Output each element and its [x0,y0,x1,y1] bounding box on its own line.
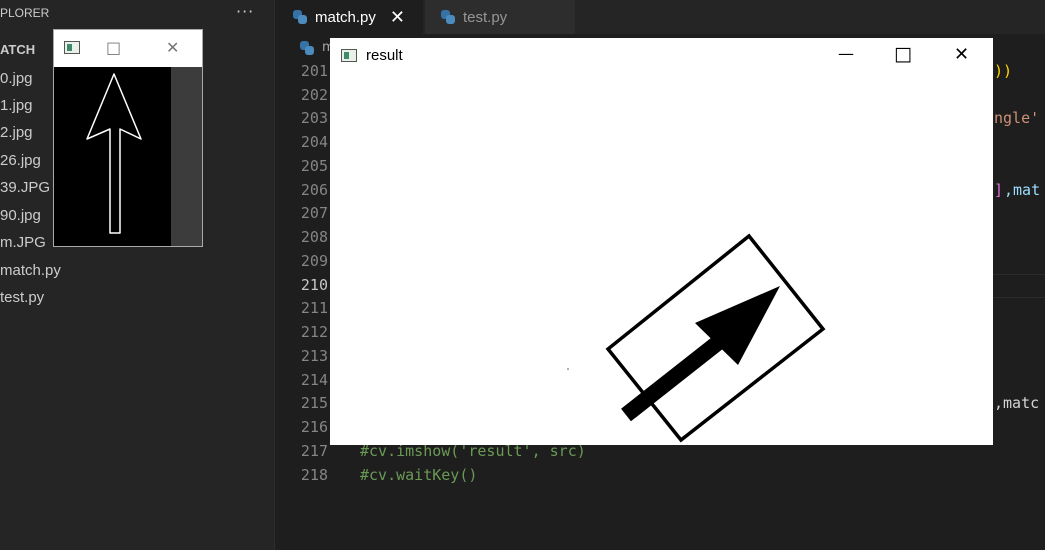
window-gray-area [171,67,202,246]
file-item[interactable]: test.py [0,289,44,306]
line-number: 203 [300,109,328,127]
python-file-icon [300,40,314,55]
code-line[interactable]: #cv.waitKey() [360,466,477,484]
line-number: 206 [300,181,328,199]
line-number: 211 [300,299,328,317]
noise-dot [567,368,569,370]
tab-bar: match.py ✕ test.py [275,0,1045,34]
line-number: 215 [300,394,328,412]
opencv-window-icon [64,41,80,54]
line-number: 216 [300,418,328,436]
line-number: 205 [300,157,328,175]
folder-section-header[interactable]: ATCH [0,42,35,57]
line-number: 212 [300,323,328,341]
code-fragment[interactable]: ngle' [994,109,1039,127]
tab-label: match.py [315,8,376,26]
close-button[interactable]: ✕ [166,38,179,57]
result-image-canvas [567,233,826,443]
file-item[interactable]: 0.jpg [0,70,33,87]
arrow-shaft [621,334,725,422]
tab-match-py[interactable]: match.py ✕ [275,0,423,34]
file-item[interactable]: 1.jpg [0,97,33,114]
python-file-icon [293,10,307,24]
code-fragment[interactable]: ] [994,181,1003,199]
file-item[interactable]: 26.jpg [0,152,41,169]
file-item[interactable]: 39.JPG [0,179,50,196]
line-number: 207 [300,204,328,222]
line-number: 213 [300,347,328,365]
template-image-window[interactable]: □ ✕ [53,29,203,247]
file-item[interactable]: 2.jpg [0,124,33,141]
file-item[interactable]: m.JPG [0,234,46,251]
code-fragment[interactable]: )) [994,62,1012,80]
line-number: 217 [300,442,328,460]
close-tab-icon[interactable]: ✕ [390,7,405,28]
line-number: 214 [300,371,328,389]
maximize-button[interactable]: □ [106,38,121,57]
more-actions-icon[interactable]: ··· [236,2,254,21]
line-number: 202 [300,86,328,104]
file-item[interactable]: 90.jpg [0,207,41,224]
line-number: 201 [300,62,328,80]
window-titlebar[interactable]: □ ✕ [54,30,202,67]
explorer-title: PLORER [0,6,50,20]
line-number: 208 [300,228,328,246]
line-number: 218 [300,466,328,484]
tab-label: test.py [463,8,508,26]
arrow-up-image [86,73,142,234]
code-fragment[interactable]: ,mat [1004,181,1040,199]
line-number: 209 [300,252,328,270]
result-window[interactable]: result — □ ✕ [330,38,993,445]
line-number: 204 [300,133,328,151]
code-fragment[interactable]: ,matc [994,394,1039,412]
tab-test-py[interactable]: test.py [425,0,575,34]
line-number-current: 210 [300,276,328,294]
python-file-icon [441,10,455,24]
template-image-canvas [54,67,171,246]
file-item[interactable]: match.py [0,262,61,279]
